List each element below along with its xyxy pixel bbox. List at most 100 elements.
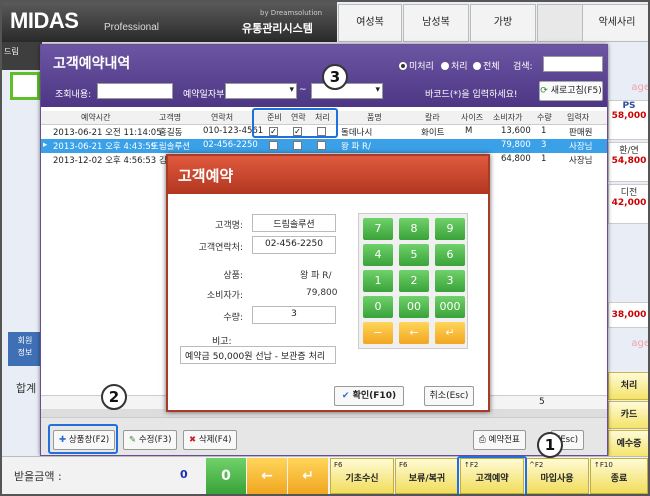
radio-dot-icon [441, 62, 449, 70]
key-1[interactable]: 1 [363, 270, 393, 292]
key-9[interactable]: 9 [435, 218, 465, 240]
right-item-3-value: 42,000 [611, 198, 647, 208]
right-item-1: PS 58,000 [608, 100, 648, 140]
cell-qty: 3 [541, 140, 547, 150]
prep-checkbox[interactable] [269, 141, 278, 150]
left-panel-input[interactable] [10, 72, 40, 100]
col-qty[interactable]: 수량 [537, 112, 552, 123]
print-slip-button[interactable]: ⎙ 예약전표 [473, 430, 526, 450]
category-tab-bags[interactable]: 가방 [470, 4, 536, 42]
cancel-button[interactable]: 취소(Esc) [424, 386, 474, 406]
col-phone[interactable]: 연락처 [211, 112, 233, 123]
col-price[interactable]: 소비자가 [493, 112, 522, 123]
date-from-select[interactable]: ▾ [225, 83, 297, 99]
radio-label: 미처리 [409, 62, 434, 72]
pencil-icon: ✎ [129, 435, 137, 445]
confirm-label: 확인(F10) [352, 391, 397, 401]
qty-field[interactable]: 3 [252, 306, 336, 324]
minus-key[interactable]: − [363, 322, 393, 344]
price-value: 79,800 [306, 288, 338, 298]
fkey-basic-settings[interactable]: F6 기초수신 [330, 458, 394, 494]
card-button[interactable]: 카드 [608, 401, 648, 429]
app-logo: MIDAS [10, 8, 79, 33]
right-tag-2: age [631, 338, 650, 349]
refresh-button[interactable]: ⟳ 새로고침(F5) [539, 81, 603, 101]
customer-field[interactable]: 드림솔루션 [252, 214, 336, 232]
search-label: 검색: [513, 62, 533, 72]
contact-checkbox[interactable] [293, 141, 302, 150]
app-brand: 유통관리시스템 [242, 22, 313, 35]
fkey-label: 마입사용 [540, 474, 574, 484]
key-8[interactable]: 8 [399, 218, 429, 240]
radio-all[interactable]: 전체 [473, 59, 500, 72]
date-to-select[interactable]: ▾ [311, 83, 383, 99]
key-7[interactable]: 7 [363, 218, 393, 240]
refresh-label: 새로고침(F5) [550, 86, 602, 96]
fkey-code: F6 [399, 461, 408, 469]
confirm-button[interactable]: ✔ 확인(F10) [334, 386, 404, 406]
col-color[interactable]: 칼라 [425, 112, 440, 123]
radio-processed[interactable]: 처리 [441, 59, 468, 72]
cell-user: 사장님 [569, 142, 593, 152]
fkey-hold-restore[interactable]: F6 보류/복귀 [395, 458, 459, 494]
col-name[interactable]: 고객명 [159, 112, 181, 123]
numeric-keypad: 7 8 9 4 5 6 1 2 3 0 00 000 − ← ↵ [358, 213, 468, 349]
edit-button[interactable]: ✎ 수정(F3) [123, 430, 178, 450]
col-item[interactable]: 품명 [367, 112, 382, 123]
process-button[interactable]: 처리 [608, 372, 648, 400]
cell-name: 홍길동 [159, 128, 183, 138]
enter-key[interactable]: ↵ [288, 458, 328, 494]
phone-field[interactable]: 02-456-2250 [252, 236, 336, 254]
key-00[interactable]: 00 [399, 296, 429, 318]
backspace-key[interactable]: ← [247, 458, 287, 494]
product-value: 왕 파 R/ [300, 271, 332, 281]
key-000[interactable]: 000 [435, 296, 465, 318]
fkey-label: 보류/복귀 [408, 474, 446, 484]
key-0[interactable]: 0 [363, 296, 393, 318]
key-3[interactable]: 3 [435, 270, 465, 292]
col-size[interactable]: 사이즈 [461, 112, 483, 123]
key-2[interactable]: 2 [399, 270, 429, 292]
key-4[interactable]: 4 [363, 244, 393, 266]
right-item-1-value: 58,000 [611, 111, 647, 121]
receipt-button[interactable]: 예수증 [608, 430, 648, 458]
print-slip-label: 예약전표 [488, 435, 520, 445]
cell-time: 2013-06-21 오후 4:43:59 [53, 142, 157, 152]
col-user[interactable]: 입력자 [567, 112, 589, 123]
note-field[interactable]: 예약금 50,000원 선납 - 보관증 처리 [180, 346, 336, 364]
search-input[interactable] [543, 56, 603, 72]
highlight-reservation-key [457, 456, 527, 494]
category-tab-accessories[interactable]: 악세사리 [582, 4, 648, 42]
radio-unprocessed[interactable]: 미처리 [399, 59, 434, 72]
fkey-label: 종료 [610, 474, 628, 484]
fkey-code: ^F2 [529, 461, 544, 469]
chevron-down-icon: ▾ [375, 85, 380, 95]
printer-icon: ⎙ [479, 435, 486, 445]
customer-label: 고객명: [215, 221, 243, 231]
amount-due-label: 받을금액 : [14, 470, 62, 483]
fkey-points[interactable]: ^F2 마입사용 [525, 458, 589, 494]
lookup-input[interactable] [97, 83, 173, 99]
highlight-product-button [48, 424, 118, 454]
cell-qty: 1 [541, 126, 547, 136]
chevron-down-icon: ▾ [289, 85, 294, 95]
category-tab-men[interactable]: 남성복 [403, 4, 469, 42]
category-tab-women[interactable]: 여성복 [338, 4, 402, 42]
delete-label: 삭제(F4) [198, 435, 232, 445]
col-time[interactable]: 예약시간 [81, 112, 110, 123]
key-6[interactable]: 6 [435, 244, 465, 266]
delete-button[interactable]: ✖ 삭제(F4) [183, 430, 238, 450]
cell-size: M [465, 126, 473, 136]
app-window: MIDAS Professional by Dreamsolution 유통관리… [0, 0, 650, 496]
done-checkbox[interactable] [317, 141, 326, 150]
cell-time: 2013-12-02 오후 4:56:53 [53, 156, 157, 166]
backspace-key[interactable]: ← [399, 322, 429, 344]
highlight-status-columns [252, 108, 338, 138]
keypad-zero-key[interactable]: 0 [206, 458, 246, 494]
table-row-selected[interactable]: ▸ 2013-06-21 오후 4:43:59 드림솔루션 02-456-225… [41, 139, 607, 153]
member-info-tab[interactable]: 회원 정보 [8, 332, 42, 366]
key-5[interactable]: 5 [399, 244, 429, 266]
enter-key[interactable]: ↵ [435, 322, 465, 344]
fkey-exit[interactable]: ↑F10 종료 [590, 458, 648, 494]
cell-user: 사장님 [569, 156, 593, 166]
